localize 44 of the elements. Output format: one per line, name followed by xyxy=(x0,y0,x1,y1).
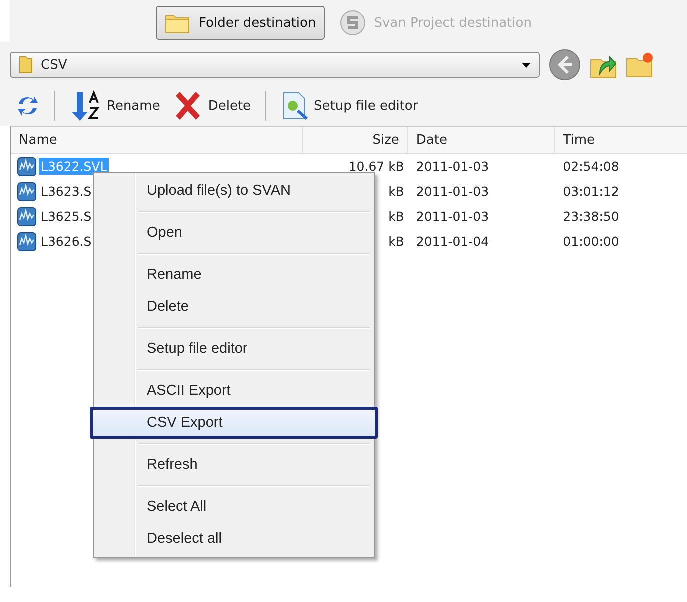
menu-item[interactable]: Delete xyxy=(96,291,372,323)
new-folder-icon[interactable] xyxy=(626,51,654,79)
destination-button[interactable]: Folder destination xyxy=(156,6,326,40)
time-cell-text: 23:38:50 xyxy=(562,209,620,224)
file-name[interactable]: L3625.S xyxy=(39,208,94,225)
file-name[interactable]: L3623.S xyxy=(39,183,94,200)
menu-item[interactable]: Rename xyxy=(96,259,372,291)
menu-item[interactable]: Upload file(s) to SVAN xyxy=(96,175,372,207)
menu-item[interactable]: CSV Export xyxy=(90,407,378,439)
delete-button[interactable]: Delete xyxy=(168,90,256,122)
time-cell-text: 03:01:12 xyxy=(562,184,620,199)
date-cell-text: 2011-01-04 xyxy=(415,234,490,249)
rename-button[interactable]: Rename xyxy=(65,90,164,122)
column-header[interactable]: Name xyxy=(11,127,303,153)
menu-item[interactable]: Refresh xyxy=(96,449,372,481)
time-cell-text: 01:00:00 xyxy=(562,234,620,249)
menu-item[interactable]: ASCII Export xyxy=(96,375,372,407)
file-name[interactable]: L3626.S xyxy=(39,233,94,250)
folder-icon xyxy=(19,56,33,74)
svl-file-icon xyxy=(17,182,37,202)
column-header[interactable]: Date xyxy=(408,127,556,153)
time-cell-text: 02:54:08 xyxy=(562,159,620,174)
size-cell-text: 10.67 kB xyxy=(348,159,406,174)
menu-item[interactable]: Select All xyxy=(96,491,372,523)
svl-file-icon xyxy=(17,206,37,226)
size-cell-text: kB xyxy=(388,209,406,224)
date-cell-text: 2011-01-03 xyxy=(415,159,490,174)
size-cell-text: kB xyxy=(388,234,406,249)
setup-button[interactable]: Setup file editor xyxy=(276,91,422,121)
column-header[interactable]: Size xyxy=(302,127,408,153)
column-header[interactable]: Time xyxy=(555,127,687,153)
svl-file-icon xyxy=(17,156,37,176)
svl-file-icon xyxy=(17,232,37,252)
path-dropdown[interactable]: CSV xyxy=(10,52,540,78)
date-cell-text: 2011-01-03 xyxy=(415,209,490,224)
back-icon[interactable] xyxy=(548,48,582,82)
menu-item[interactable]: Setup file editor xyxy=(96,333,372,365)
menu-item[interactable]: Deselect all xyxy=(96,523,372,555)
svan-logo-icon xyxy=(340,10,366,36)
size-cell-text: kB xyxy=(388,184,406,199)
caret-icon xyxy=(522,62,531,68)
sort-az-icon xyxy=(69,90,103,122)
menu-item[interactable]: Open xyxy=(96,217,372,249)
date-cell-text: 2011-01-03 xyxy=(415,184,490,199)
